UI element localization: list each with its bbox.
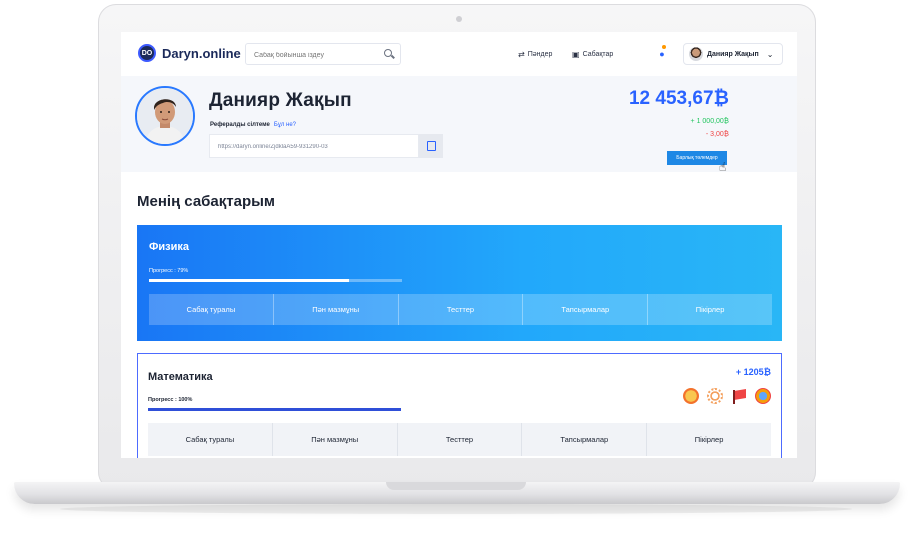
camera-dot: [456, 16, 462, 22]
search-icon[interactable]: [384, 49, 392, 57]
referral-help-link[interactable]: Бұл не?: [274, 122, 296, 128]
balance-expense: - 3,00₿: [705, 131, 729, 138]
tab-assignments[interactable]: Тапсырмалар: [523, 294, 649, 325]
tab-about[interactable]: Сабақ туралы: [149, 294, 274, 325]
laptop-mockup: DO Daryn.online ⇄ Пәндер ▣ Сабақтар ● Да…: [0, 0, 912, 534]
tab-reviews[interactable]: Пікірлер: [647, 423, 771, 456]
progress-fill: [148, 408, 401, 411]
copy-icon: [426, 141, 436, 151]
laptop-shadow: [60, 504, 852, 514]
nav-subjects-label: Пәндер: [527, 51, 553, 58]
flag-icon: [731, 388, 747, 404]
search-input[interactable]: [246, 45, 376, 66]
progress-bar: [148, 408, 401, 411]
progress-bar: [149, 279, 402, 282]
medal-icon: [683, 388, 699, 404]
notification-dot: [662, 45, 666, 49]
logo-mark-icon: DO: [138, 44, 156, 62]
referral-label-text: Рефералды сілтеме: [210, 122, 270, 128]
tab-tests[interactable]: Тесттер: [398, 423, 523, 456]
tab-contents[interactable]: Пән мазмұны: [274, 294, 399, 325]
laptop-notch: [386, 482, 526, 490]
arrows-icon: ⇄: [518, 50, 525, 59]
tab-reviews[interactable]: Пікірлер: [648, 294, 772, 325]
referral-link-field[interactable]: [210, 136, 410, 158]
search-box[interactable]: [245, 43, 401, 66]
course-card-math: Математика Прогресс : 100% + 1205₿ Сабақ…: [137, 353, 782, 458]
tab-about[interactable]: Сабақ туралы: [148, 423, 273, 456]
course-tabs: Сабақ туралы Пән мазмұны Тесттер Тапсырм…: [149, 294, 772, 325]
profile-name: Данияр Жақып: [209, 90, 352, 111]
copy-link-button[interactable]: [419, 134, 443, 158]
section-title: Менің сабақтарым: [137, 193, 276, 210]
achievement-badges: [683, 388, 771, 404]
all-payments-button[interactable]: Барлық төлемдер: [667, 151, 727, 165]
rosette-icon: [755, 388, 771, 404]
nav-lessons-link[interactable]: ▣ Сабақтар: [572, 50, 613, 59]
course-title: Математика: [148, 371, 213, 383]
book-icon: ▣: [572, 50, 580, 59]
progress-fill: [149, 279, 349, 282]
referral-link-box[interactable]: [209, 134, 419, 158]
balance-amount: 12 453,67₿: [628, 88, 729, 109]
profile-header: Данияр Жақып Рефералды сілтеме Бұл не? 12…: [121, 76, 797, 174]
tab-tests[interactable]: Тесттер: [399, 294, 524, 325]
top-navbar: DO Daryn.online ⇄ Пәндер ▣ Сабақтар ● Да…: [121, 32, 797, 76]
tab-contents[interactable]: Пән мазмұны: [273, 423, 398, 456]
user-avatar: [689, 47, 703, 61]
balance-income: + 1 000,00₿: [690, 118, 729, 125]
chevron-down-icon: ⌄: [766, 49, 774, 59]
logo[interactable]: DO Daryn.online: [138, 44, 241, 62]
course-tabs: Сабақ туралы Пән мазмұны Тесттер Тапсырм…: [148, 423, 771, 456]
user-menu-button[interactable]: Данияр Жақып ⌄: [683, 43, 783, 65]
user-menu-name: Данияр Жақып: [707, 50, 759, 58]
laurel-star-icon: [707, 388, 723, 404]
nav-lessons-label: Сабақтар: [582, 51, 614, 58]
hand-cursor-icon: ☝: [719, 160, 727, 174]
reward-amount: + 1205₿: [735, 367, 771, 377]
referral-label: Рефералды сілтеме Бұл не?: [210, 122, 296, 128]
course-card-physics: Физика Прогресс : 79% Сабақ туралы Пән м…: [137, 225, 782, 341]
course-title: Физика: [149, 241, 190, 253]
progress-label: Прогресс : 100%: [148, 397, 193, 403]
tab-assignments[interactable]: Тапсырмалар: [522, 423, 648, 456]
profile-avatar: [135, 86, 195, 146]
nav-subjects-link[interactable]: ⇄ Пәндер: [518, 50, 552, 59]
progress-label: Прогресс : 79%: [149, 268, 189, 274]
logo-text: Daryn.online: [162, 45, 241, 61]
screen: DO Daryn.online ⇄ Пәндер ▣ Сабақтар ● Да…: [121, 32, 797, 458]
